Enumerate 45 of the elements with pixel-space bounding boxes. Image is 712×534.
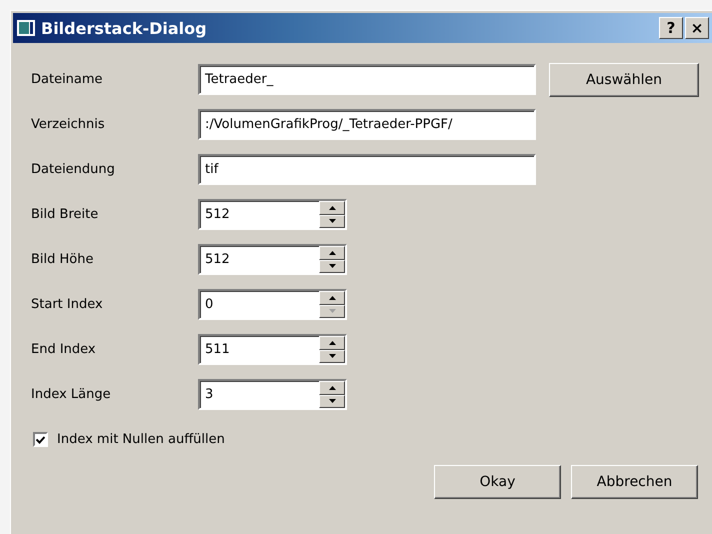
- window-title: Bilderstack-Dialog: [41, 18, 208, 38]
- up-arrow-icon: [328, 250, 336, 255]
- spin-box[interactable]: 512: [198, 244, 347, 275]
- field-label: Bild Breite: [31, 207, 100, 222]
- field-label: Dateiname: [31, 72, 104, 87]
- field-label: Verzeichnis: [31, 117, 106, 132]
- spin-up-button[interactable]: [319, 291, 345, 304]
- check-icon: [36, 436, 45, 444]
- down-arrow-icon: [328, 219, 336, 224]
- spin-up-button[interactable]: [319, 381, 345, 394]
- text-field[interactable]: :/VolumenGrafikProg/_Tetraeder-PPGF/: [198, 109, 536, 140]
- field-label: Index Länge: [31, 387, 112, 402]
- spin-down-button[interactable]: [319, 260, 345, 273]
- checkbox-label: Index mit Nullen auffüllen: [57, 432, 225, 447]
- up-arrow-icon: [328, 296, 336, 300]
- browse-button[interactable]: Auswählen: [549, 62, 699, 96]
- text-field[interactable]: Tetraeder_: [198, 64, 536, 95]
- spin-down-button[interactable]: [319, 350, 345, 363]
- field-label: Bild Höhe: [31, 252, 94, 267]
- window-icon: [17, 20, 35, 36]
- field-label: Start Index: [31, 297, 104, 312]
- spin-box[interactable]: 0: [198, 289, 347, 320]
- down-arrow-icon: [328, 354, 336, 358]
- text-field[interactable]: tif: [198, 154, 536, 185]
- spin-down-button[interactable]: [319, 394, 345, 408]
- spin-up-button[interactable]: [319, 336, 345, 350]
- spin-box[interactable]: 512: [198, 199, 347, 230]
- down-arrow-icon: [328, 399, 336, 404]
- field-label: Dateiendung: [31, 162, 116, 177]
- field-label: End Index: [31, 342, 97, 357]
- spin-down-button[interactable]: [319, 214, 345, 228]
- up-arrow-icon: [328, 340, 336, 345]
- dialog-button[interactable]: Abbrechen: [571, 465, 698, 499]
- down-arrow-icon: [328, 309, 336, 314]
- spin-box[interactable]: 3: [198, 379, 347, 410]
- close-button[interactable]: ×: [685, 17, 709, 39]
- spin-up-button[interactable]: [319, 201, 345, 214]
- spin-box[interactable]: 511: [198, 334, 347, 365]
- dialog-button[interactable]: Okay: [434, 465, 561, 499]
- down-arrow-icon: [328, 264, 336, 268]
- up-arrow-icon: [328, 206, 336, 210]
- help-button[interactable]: ?: [659, 17, 683, 39]
- up-arrow-icon: [328, 386, 336, 390]
- checkbox[interactable]: [33, 432, 48, 447]
- spin-up-button[interactable]: [319, 246, 345, 260]
